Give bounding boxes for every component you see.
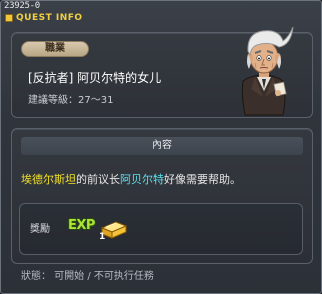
gold-count: 1 — [99, 232, 106, 242]
reward-box: 獎勵 EXP 1 — [19, 203, 303, 255]
quest-status: 狀態： 可開始 / 不可执行任務 — [21, 271, 154, 282]
quest-level-range: 建議等級：27～31 — [28, 95, 114, 106]
reward-label: 獎勵 — [30, 224, 50, 235]
quest-content-panel: 內容 埃德尔斯坦的前议长阿贝尔特好像需要帮助。 獎勵 EXP 1 — [11, 128, 313, 264]
desc-text: 好像需要帮助。 — [164, 173, 241, 186]
window-title-bar[interactable]: QUEST INFO — [5, 12, 83, 24]
desc-text: 的前议长 — [76, 173, 120, 186]
npc-link: 阿贝尔特 — [120, 173, 164, 186]
quest-id: 23925-0 — [4, 1, 40, 11]
npc-portrait — [241, 26, 294, 116]
quest-info-icon — [5, 14, 13, 22]
quest-info-window: 23925-0 QUEST INFO 職業 [反抗者] 阿贝尔特的女儿 建議等級… — [0, 0, 322, 294]
job-tag: 職業 — [21, 41, 89, 57]
place-link: 埃德尔斯坦 — [21, 173, 76, 186]
quest-name: [反抗者] 阿贝尔特的女儿 — [28, 71, 162, 85]
window-title: QUEST INFO — [16, 13, 83, 23]
quest-description: 埃德尔斯坦的前议长阿贝尔特好像需要帮助。 — [21, 171, 303, 187]
exp-icon[interactable]: EXP — [68, 218, 95, 233]
content-header: 內容 — [21, 137, 303, 155]
